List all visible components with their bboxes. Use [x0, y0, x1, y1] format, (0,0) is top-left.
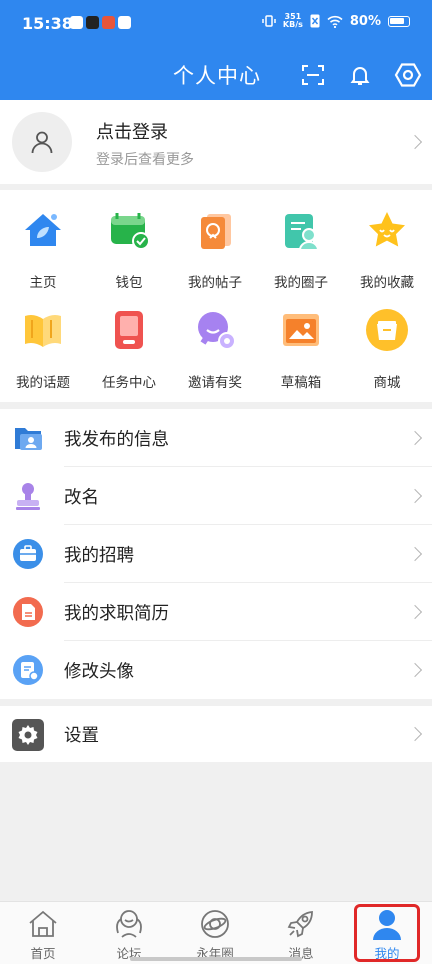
invite-reward-icon — [198, 312, 236, 350]
gear-icon — [12, 719, 44, 751]
folder-user-icon — [15, 428, 42, 450]
resume-icon — [13, 597, 43, 627]
active-tab-highlight — [354, 904, 420, 962]
status-notification-icons — [70, 16, 131, 29]
nav-item-forum[interactable]: 论坛 — [86, 902, 172, 964]
grid-item-my-posts[interactable]: 我的帖子 — [172, 190, 258, 291]
chevron-right-icon — [407, 604, 423, 620]
login-card[interactable]: 点击登录 登录后查看更多 — [0, 100, 432, 184]
vibrate-icon — [262, 15, 276, 27]
wifi-icon — [327, 15, 343, 28]
bell-icon[interactable] — [345, 60, 375, 90]
task-center-icon — [115, 311, 143, 349]
sim-icon — [310, 14, 320, 28]
grid-item-invite-reward[interactable]: 邀请有奖 — [172, 290, 258, 391]
avatar-edit-icon — [13, 655, 43, 685]
menu-item-rename[interactable]: 改名 — [0, 467, 432, 525]
home-indicator[interactable] — [130, 957, 302, 961]
grid-item-topics[interactable]: 我的话题 — [0, 290, 86, 391]
feature-grid: 主页 钱包 我的帖子 我的圈子 我的收藏 我的话题 任务中心 邀请有奖 草稿箱 … — [0, 190, 432, 402]
menu-item-recruitment[interactable]: 我的招聘 — [0, 525, 432, 583]
menu-list: 我发布的信息 改名 我的招聘 我的求职简历 修改头像 — [0, 409, 432, 699]
page-title: 个人中心 — [173, 64, 261, 88]
chevron-right-icon — [407, 726, 423, 742]
status-right: 351 KB/s 80% — [262, 13, 410, 29]
chevron-right-icon — [407, 430, 423, 446]
settings-hex-icon[interactable] — [393, 60, 423, 90]
net-speed: 351 KB/s — [282, 12, 303, 29]
menu-item-resume[interactable]: 我的求职简历 — [0, 583, 432, 641]
home-icon — [25, 214, 61, 246]
grid-item-wallet[interactable]: 钱包 — [86, 190, 172, 291]
nav-item-home[interactable]: 首页 — [0, 902, 86, 964]
status-time: 15:38 — [22, 14, 73, 33]
chevron-right-icon — [407, 662, 423, 678]
scan-icon[interactable] — [298, 60, 328, 90]
star-icon — [369, 212, 405, 247]
topic-book-icon — [25, 315, 61, 347]
chevron-right-icon — [407, 488, 423, 504]
battery-percent: 80% — [349, 13, 381, 29]
stamp-icon — [16, 483, 40, 510]
grid-item-store[interactable]: 商城 — [344, 290, 430, 391]
notification-app-icon — [86, 16, 99, 29]
user-outline-icon — [31, 131, 53, 154]
chevron-right-icon — [407, 134, 423, 150]
drafts-icon — [283, 314, 319, 346]
notification-app-icon — [102, 16, 115, 29]
home-outline-icon — [29, 910, 57, 937]
circle-planet-icon — [201, 910, 229, 938]
status-bar: 15:38 351 KB/s 80% — [0, 0, 432, 50]
my-posts-icon — [201, 214, 231, 249]
store-bag-icon — [366, 309, 408, 351]
title-bar: 个人中心 — [0, 50, 432, 100]
grid-item-favorites[interactable]: 我的收藏 — [344, 190, 430, 291]
login-title[interactable]: 点击登录 — [96, 118, 168, 144]
grid-item-my-circle[interactable]: 我的圈子 — [258, 190, 344, 291]
battery-icon — [388, 15, 410, 27]
notification-app-icon — [70, 16, 83, 29]
grid-item-drafts[interactable]: 草稿箱 — [258, 290, 344, 391]
grid-item-task-center[interactable]: 任务中心 — [86, 290, 172, 391]
grid-item-home[interactable]: 主页 — [0, 190, 86, 291]
menu-item-change-avatar[interactable]: 修改头像 — [0, 641, 432, 699]
nav-item-messages[interactable]: 消息 — [258, 902, 344, 964]
nav-item-circle[interactable]: 永年圈 — [172, 902, 258, 964]
my-circle-icon — [285, 214, 320, 251]
forum-icon — [116, 910, 142, 938]
settings-row[interactable]: 设置 — [0, 706, 432, 762]
login-subtitle: 登录后查看更多 — [96, 152, 194, 168]
menu-item-settings[interactable]: 设置 — [0, 706, 432, 762]
chevron-right-icon — [407, 546, 423, 562]
wallet-icon — [111, 213, 150, 250]
menu-item-my-published[interactable]: 我发布的信息 — [0, 409, 432, 467]
briefcase-icon — [13, 539, 43, 569]
rocket-icon — [287, 911, 313, 938]
avatar[interactable] — [12, 112, 72, 172]
notification-mail-icon — [118, 16, 131, 29]
